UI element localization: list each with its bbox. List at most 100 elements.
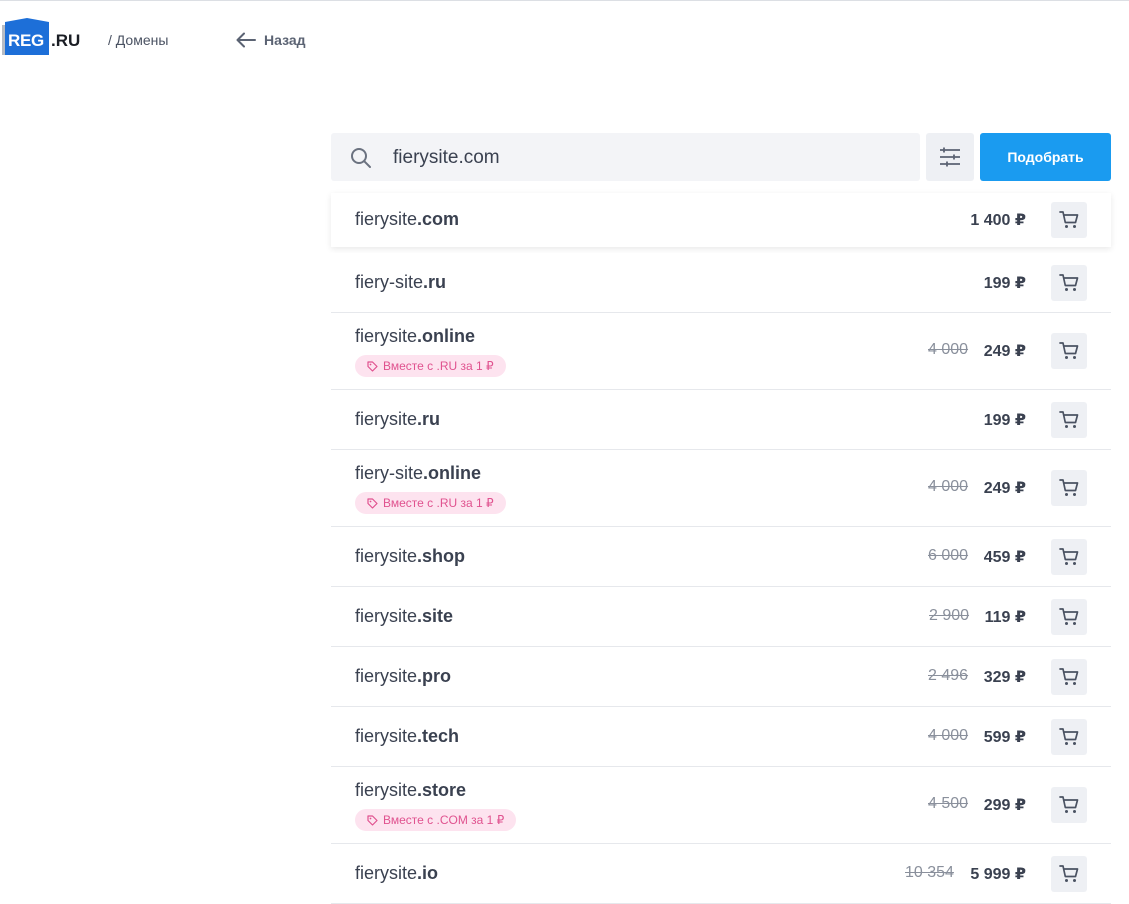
domain-price: 5 999 ₽ bbox=[970, 865, 1026, 883]
promo-badge-text: Вместе с .RU за 1 ₽ bbox=[383, 496, 494, 510]
domain-row[interactable]: fierysite.store Вместе с .COM за 1 ₽ 299 ₽… bbox=[331, 767, 1111, 844]
domain-tld: .ru bbox=[417, 408, 441, 429]
domain-tld: .tech bbox=[417, 725, 460, 746]
add-to-cart-button[interactable] bbox=[1051, 202, 1087, 238]
cart-icon bbox=[1059, 273, 1079, 291]
tag-icon bbox=[367, 360, 378, 372]
domain-price: 119 ₽ bbox=[984, 608, 1026, 626]
add-to-cart-button[interactable] bbox=[1051, 787, 1087, 823]
breadcrumb[interactable]: / Домены bbox=[108, 32, 168, 48]
domain-name: fierysite.com bbox=[355, 209, 459, 230]
domain-price: 199 ₽ bbox=[983, 411, 1026, 429]
add-to-cart-button[interactable] bbox=[1051, 401, 1087, 438]
domain-base: fierysite bbox=[355, 326, 418, 346]
domain-price: 1 400 ₽ bbox=[970, 212, 1026, 229]
domain-base: fierysite bbox=[355, 545, 418, 566]
old-price: 4 000 bbox=[928, 478, 969, 495]
cart-icon bbox=[1059, 727, 1079, 745]
domain-row[interactable]: fiery-site.ru 199 ₽ bbox=[331, 253, 1111, 313]
filter-button[interactable] bbox=[926, 133, 974, 181]
domain-name: fierysite.pro bbox=[355, 666, 451, 687]
promo-badge: Вместе с .RU за 1 ₽ bbox=[355, 492, 506, 514]
add-to-cart-button[interactable] bbox=[1051, 718, 1087, 755]
domain-name: fiery-site.online bbox=[355, 463, 481, 484]
domain-row[interactable]: fierysite.io 5 999 ₽ 10 354 bbox=[331, 844, 1111, 904]
domain-price: 299 ₽ bbox=[983, 797, 1026, 814]
domain-tld: .site bbox=[417, 605, 454, 626]
tag-icon bbox=[367, 497, 378, 509]
domain-row[interactable]: fierysite.online Вместе с .RU за 1 ₽ 249 ₽… bbox=[331, 313, 1111, 390]
cart-icon bbox=[1059, 211, 1079, 228]
domain-name: fierysite.site bbox=[355, 606, 453, 627]
cart-icon bbox=[1059, 547, 1079, 565]
domain-tld: .shop bbox=[417, 545, 466, 566]
search-box bbox=[331, 133, 920, 181]
tag-icon bbox=[367, 814, 378, 826]
domain-base: fierysite bbox=[355, 780, 418, 800]
logo[interactable]: REG .RU bbox=[2, 18, 81, 56]
domain-name: fierysite.io bbox=[355, 863, 438, 884]
domain-price: 249 ₽ bbox=[983, 343, 1026, 360]
domain-row[interactable]: fierysite.com 1 400 ₽ bbox=[331, 193, 1111, 247]
domain-base: fierysite bbox=[355, 665, 418, 686]
back-button[interactable]: Назад bbox=[236, 29, 306, 51]
promo-badge: Вместе с .RU за 1 ₽ bbox=[355, 355, 506, 377]
old-price: 2 900 bbox=[929, 606, 970, 624]
old-price: 4 000 bbox=[928, 726, 969, 744]
search-input[interactable] bbox=[391, 141, 895, 175]
domain-price: 249 ₽ bbox=[983, 480, 1026, 497]
domain-tld: .pro bbox=[417, 665, 452, 686]
add-to-cart-button[interactable] bbox=[1051, 470, 1087, 506]
domain-results-list: fierysite.com 1 400 ₽ fiery-site.ru 199 ₽ fi… bbox=[331, 193, 1111, 904]
domain-name: fierysite.online bbox=[355, 326, 475, 347]
cart-icon bbox=[1059, 864, 1079, 882]
domain-base: fierysite bbox=[355, 209, 418, 229]
promo-badge-text: Вместе с .COM за 1 ₽ bbox=[383, 813, 505, 827]
promo-badge: Вместе с .COM за 1 ₽ bbox=[355, 809, 517, 831]
domain-name: fierysite.store bbox=[355, 780, 466, 801]
domain-name: fierysite.tech bbox=[355, 726, 459, 747]
domain-row[interactable]: fierysite.pro 329 ₽ 2 496 bbox=[331, 647, 1111, 707]
filter-sliders-icon bbox=[940, 147, 960, 167]
arrow-left-icon bbox=[236, 32, 256, 48]
domain-row[interactable]: fierysite.shop 459 ₽ 6 000 bbox=[331, 527, 1111, 587]
back-label: Назад bbox=[264, 32, 306, 48]
domain-name: fiery-site.ru bbox=[355, 272, 446, 293]
domain-base: fierysite bbox=[355, 605, 418, 626]
add-to-cart-button[interactable] bbox=[1051, 598, 1087, 635]
add-to-cart-button[interactable] bbox=[1051, 855, 1087, 892]
domain-price: 459 ₽ bbox=[983, 548, 1026, 566]
domain-tld: .ru bbox=[423, 271, 447, 292]
logo-reg-text: REG bbox=[8, 31, 44, 50]
domain-row[interactable]: fierysite.ru 199 ₽ bbox=[331, 390, 1111, 450]
old-price: 2 496 bbox=[928, 666, 969, 684]
domain-row[interactable]: fiery-site.online Вместе с .RU за 1 ₽ 249 … bbox=[331, 450, 1111, 527]
cart-icon bbox=[1059, 667, 1079, 685]
old-price: 6 000 bbox=[928, 546, 969, 564]
domain-base: fierysite bbox=[355, 408, 418, 429]
top-divider bbox=[0, 0, 1129, 1]
domain-row[interactable]: fierysite.site 119 ₽ 2 900 bbox=[331, 587, 1111, 647]
add-to-cart-button[interactable] bbox=[1051, 538, 1087, 575]
old-price: 10 354 bbox=[905, 863, 954, 881]
domain-base: fierysite bbox=[355, 725, 418, 746]
domain-price: 599 ₽ bbox=[983, 728, 1026, 746]
domain-base: fiery-site bbox=[355, 271, 424, 292]
domain-base: fiery-site bbox=[355, 463, 424, 483]
cart-icon bbox=[1059, 342, 1079, 359]
domain-name: fierysite.shop bbox=[355, 546, 465, 567]
pick-button[interactable]: Подобрать bbox=[980, 133, 1111, 181]
cart-icon bbox=[1059, 410, 1079, 428]
search-icon bbox=[351, 148, 371, 168]
add-to-cart-button[interactable] bbox=[1051, 264, 1087, 301]
domain-row[interactable]: fierysite.tech 599 ₽ 4 000 bbox=[331, 707, 1111, 767]
domain-price: 329 ₽ bbox=[983, 668, 1026, 686]
add-to-cart-button[interactable] bbox=[1051, 658, 1087, 695]
domain-tld: .online bbox=[417, 326, 476, 346]
logo-ru-text: .RU bbox=[51, 31, 81, 50]
old-price: 4 000 bbox=[928, 341, 969, 358]
domain-tld: .com bbox=[417, 209, 460, 229]
domain-price: 199 ₽ bbox=[983, 274, 1026, 292]
add-to-cart-button[interactable] bbox=[1051, 333, 1087, 369]
domain-tld: .online bbox=[423, 463, 482, 483]
